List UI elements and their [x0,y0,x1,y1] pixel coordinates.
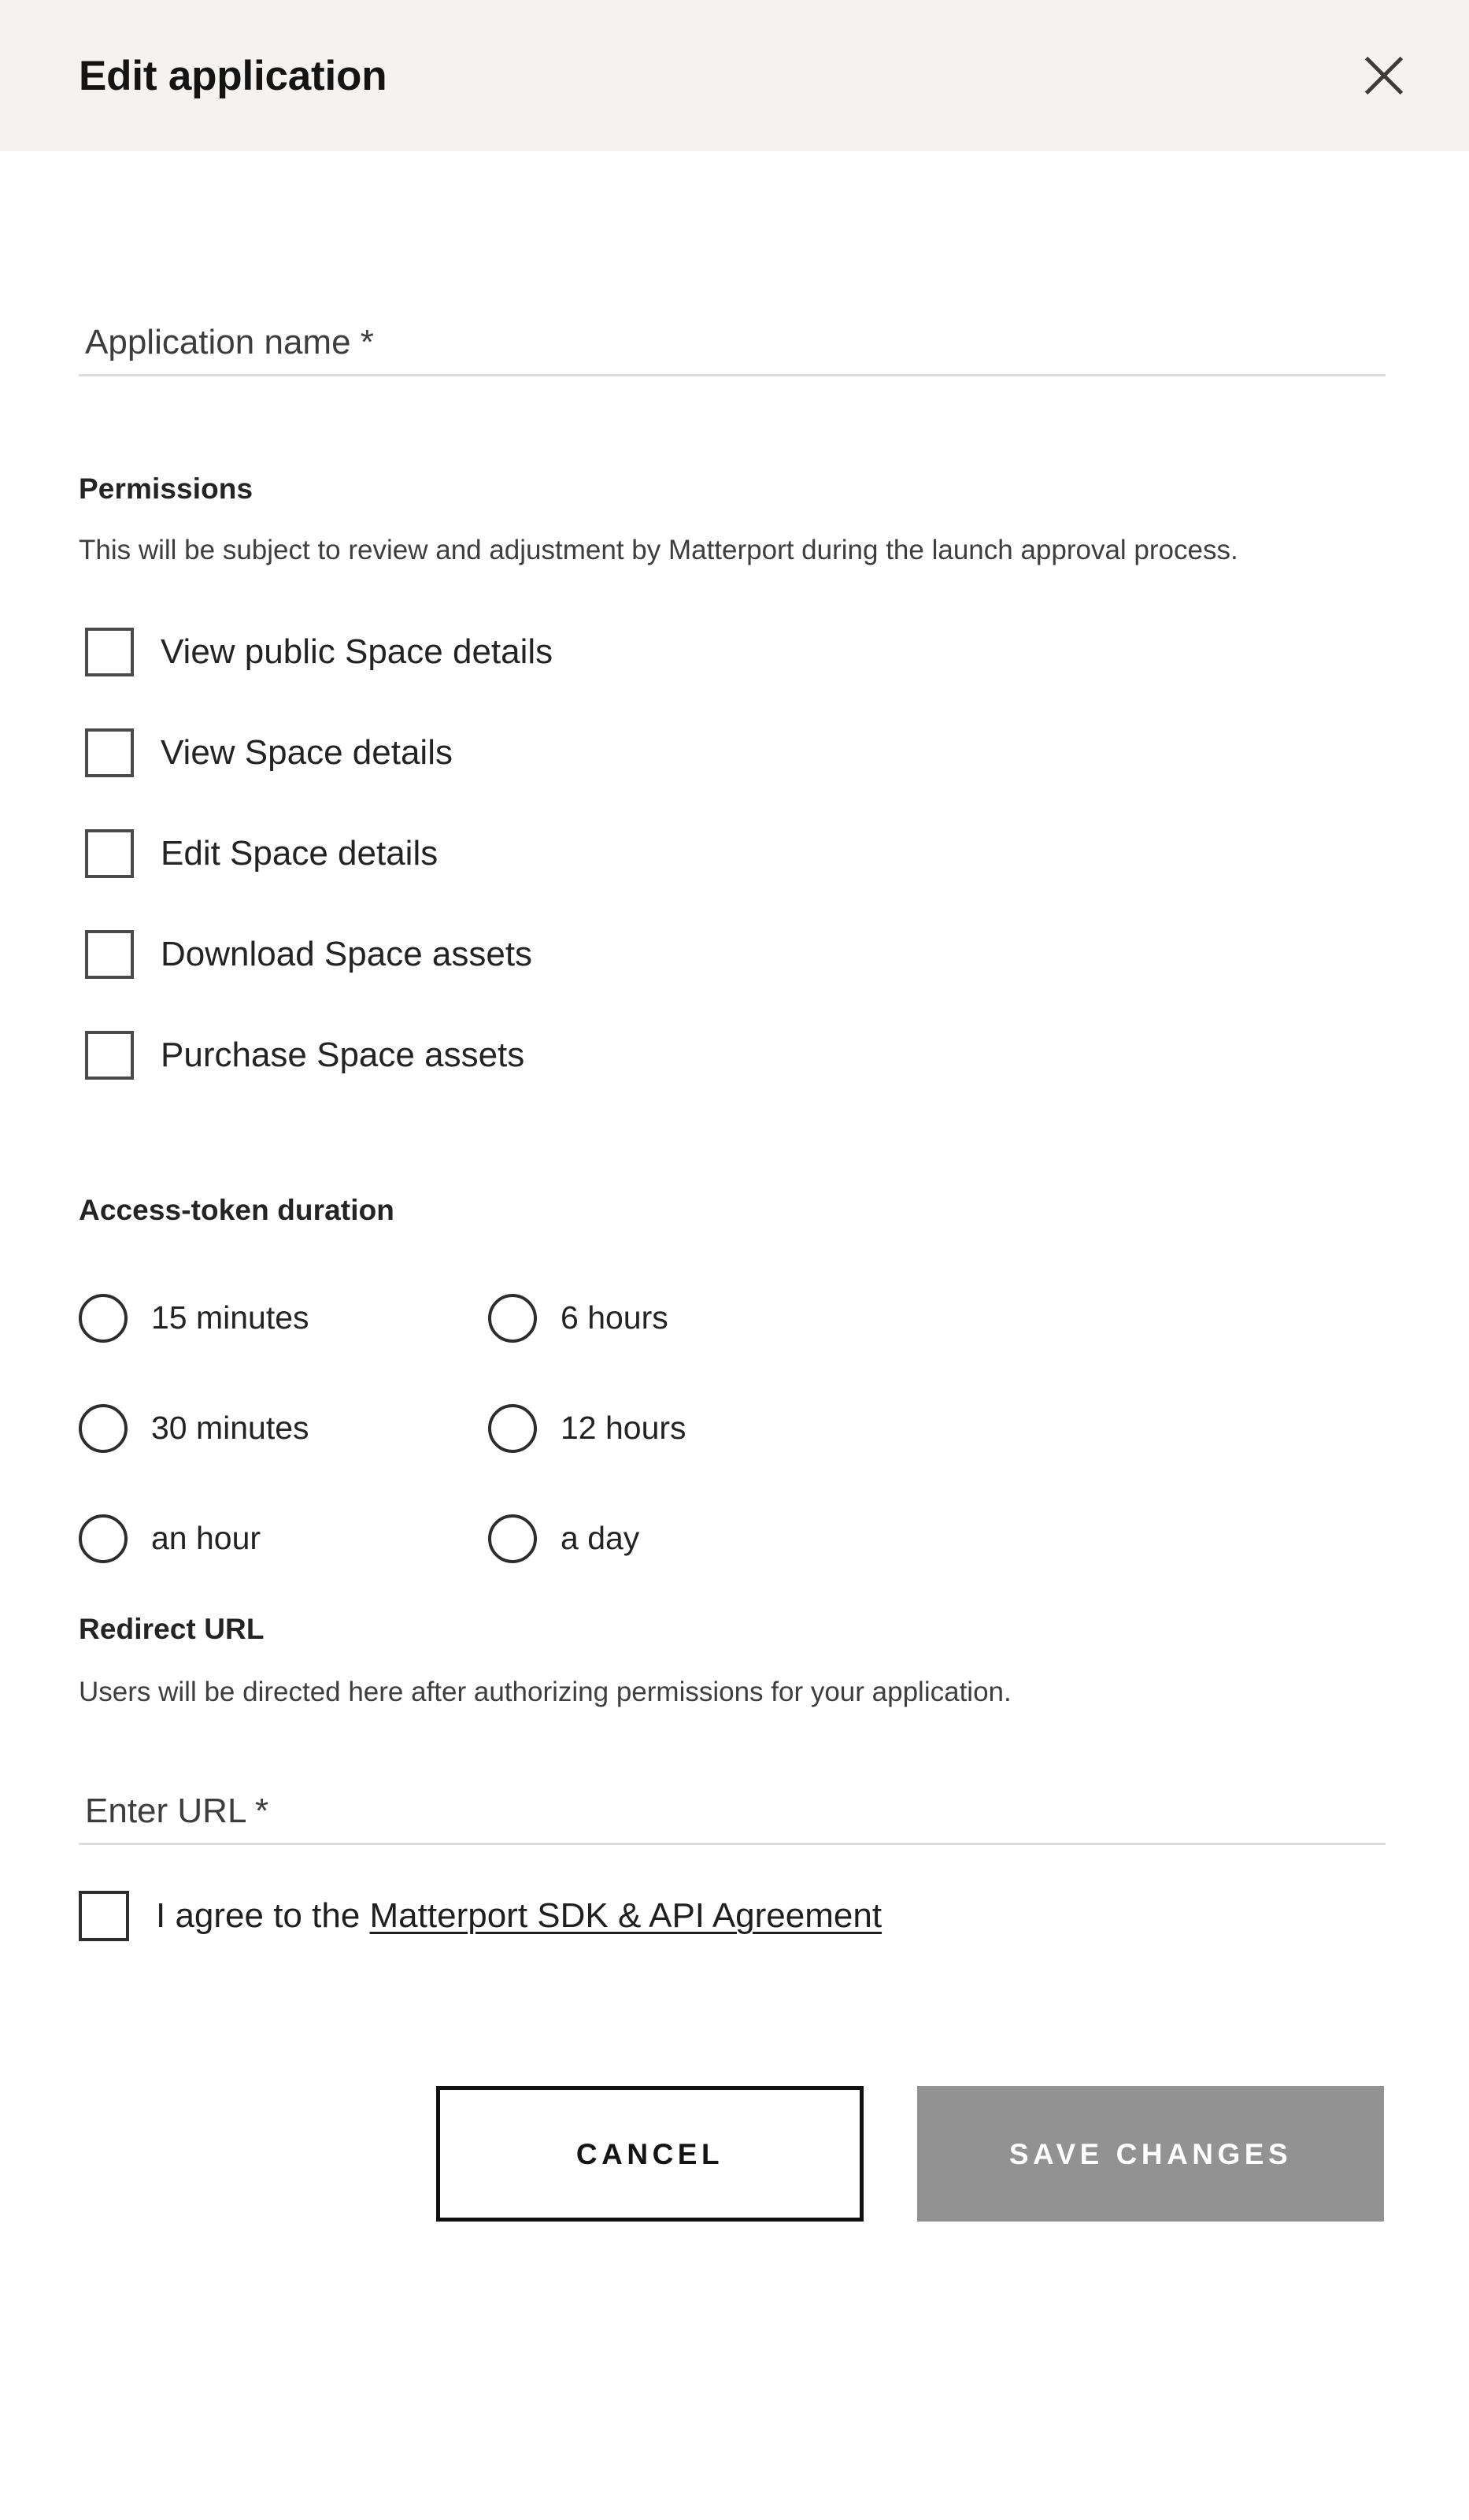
permission-row-download-space-assets[interactable]: Download Space assets [79,904,1386,1005]
radio-label: 6 hours [561,1299,668,1336]
redirect-url-placeholder: Enter URL * [85,1792,269,1831]
cancel-button[interactable]: CANCEL [436,2086,864,2222]
permission-label: Edit Space details [161,833,438,873]
checkbox-edit-space-details[interactable] [85,828,134,878]
checkbox-download-space-assets[interactable] [85,929,134,979]
radio-30-minutes[interactable] [79,1403,128,1453]
radio-label: a day [561,1520,640,1557]
radio-row-6-hours[interactable]: 6 hours [488,1293,1386,1343]
checkbox-purchase-space-assets[interactable] [85,1030,134,1080]
radio-label: an hour [151,1520,261,1557]
radio-a-day[interactable] [488,1514,537,1563]
radio-row-30-minutes[interactable]: 30 minutes [79,1403,488,1453]
dialog-header: Edit application [0,0,1469,151]
permissions-heading: Permissions [79,472,253,505]
redirect-url-input[interactable]: Enter URL * [79,1768,1386,1846]
close-button[interactable] [1348,39,1420,112]
radio-label: 15 minutes [151,1299,309,1336]
permission-row-view-public-space-details[interactable]: View public Space details [79,602,1386,702]
radio-label: 30 minutes [151,1410,309,1447]
radio-12-hours[interactable] [488,1403,537,1453]
agreement-prefix: I agree to the [156,1896,370,1936]
access-token-duration-radio-group: 15 minutes 6 hours 30 minutes 12 hours a… [79,1263,1386,1594]
permission-label: Purchase Space assets [161,1035,525,1074]
permission-label: View Space details [161,732,453,772]
matterport-sdk-api-agreement-link[interactable]: Matterport SDK & API Agreement [370,1896,883,1935]
access-token-duration-heading: Access-token duration [79,1193,394,1226]
radio-row-an-hour[interactable]: an hour [79,1514,488,1563]
edit-application-dialog: Edit application Application name * Perm… [0,0,1469,2520]
radio-an-hour[interactable] [79,1514,128,1563]
checkbox-view-public-space-details[interactable] [85,627,134,676]
permissions-description: This will be subject to review and adjus… [79,535,1238,565]
radio-row-12-hours[interactable]: 12 hours [488,1403,1386,1453]
save-changes-button[interactable]: SAVE CHANGES [917,2086,1384,2222]
permission-row-edit-space-details[interactable]: Edit Space details [79,803,1386,904]
radio-row-a-day[interactable]: a day [488,1514,1386,1563]
permission-label: Download Space assets [161,934,533,973]
redirect-url-heading: Redirect URL [79,1612,265,1645]
close-icon [1360,51,1408,100]
radio-15-minutes[interactable] [79,1293,128,1343]
agreement-row[interactable]: I agree to the Matterport SDK & API Agre… [79,1891,1386,1942]
dialog-footer: CANCEL SAVE CHANGES [79,2086,1386,2222]
permission-label: View public Space details [161,632,553,671]
radio-row-15-minutes[interactable]: 15 minutes [79,1293,488,1343]
radio-label: 12 hours [561,1410,686,1447]
checkbox-agreement[interactable] [79,1891,129,1942]
radio-6-hours[interactable] [488,1293,537,1343]
dialog-body: Application name * Permissions This will… [0,299,1469,2222]
page-title: Edit application [79,52,387,99]
application-name-placeholder: Application name * [85,323,374,361]
permissions-checkbox-list: View public Space details View Space det… [79,602,1386,1106]
agreement-text: I agree to the Matterport SDK & API Agre… [156,1899,882,1933]
permission-row-purchase-space-assets[interactable]: Purchase Space assets [79,1005,1386,1106]
redirect-url-description: Users will be directed here after author… [79,1676,1012,1707]
checkbox-view-space-details[interactable] [85,728,134,777]
permission-row-view-space-details[interactable]: View Space details [79,702,1386,803]
application-name-input[interactable]: Application name * [79,299,1386,376]
